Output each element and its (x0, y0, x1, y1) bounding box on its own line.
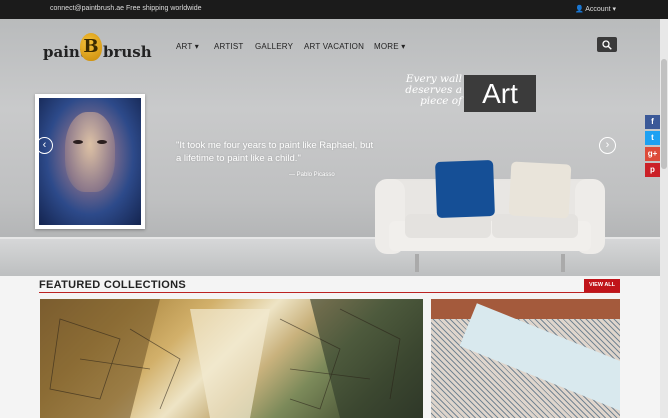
hero-tagline: Every wall deserves a piece of (405, 73, 462, 107)
google-plus-icon: g+ (647, 149, 658, 158)
nav-item-artist[interactable]: ARTIST (214, 42, 244, 51)
carousel-prev-button[interactable]: ‹ (36, 137, 53, 154)
account-menu[interactable]: 👤 Account ▾ (575, 5, 616, 13)
nav-item-gallery[interactable]: GALLERY (255, 42, 293, 51)
painting-canvas (39, 98, 141, 225)
featured-collections-heading: FEATURED COLLECTIONS (39, 279, 186, 291)
logo-text-brush: brush (103, 43, 152, 61)
account-label: Account ▾ (585, 6, 616, 13)
scrollbar-thumb[interactable] (661, 59, 667, 169)
twitter-icon: t (651, 133, 654, 142)
top-bar: connect@paintbrush.ae Free shipping worl… (0, 0, 668, 19)
sofa-illustration (375, 160, 605, 276)
site-logo[interactable]: paint B brush (43, 33, 152, 64)
blue-pillow (435, 160, 495, 218)
carousel-next-button[interactable]: › (599, 137, 616, 154)
twitter-share-button[interactable]: t (645, 131, 660, 145)
quote-author: — Pablo Picasso (289, 172, 335, 178)
collection-thumbnail-2[interactable] (431, 299, 620, 418)
pinterest-icon: p (650, 165, 655, 174)
white-pillow (508, 161, 572, 219)
painting-face (65, 112, 115, 192)
page-scrollbar[interactable] (660, 19, 668, 418)
quote-text: "It took me four years to paint like Rap… (176, 140, 374, 164)
abstract-cityscape-artwork (40, 299, 423, 418)
chevron-right-icon: › (605, 139, 610, 151)
painting-eye-left (73, 140, 83, 144)
logo-b-icon: B (80, 33, 102, 61)
section-divider (39, 292, 620, 293)
collection-thumbnail-1[interactable] (40, 299, 423, 418)
nav-item-art-vacation[interactable]: ART VACATION (304, 42, 364, 51)
contact-email[interactable]: connect@paintbrush.ae (50, 5, 124, 12)
featured-painting[interactable] (35, 94, 145, 229)
search-icon (602, 40, 612, 50)
view-all-button[interactable]: VIEW ALL (584, 279, 620, 292)
hero-quote: "It took me four years to paint like Rap… (176, 139, 376, 178)
shipping-notice: Free shipping worldwide (126, 5, 202, 12)
facebook-share-button[interactable]: f (645, 115, 660, 129)
google-plus-share-button[interactable]: g+ (645, 147, 660, 161)
pinterest-share-button[interactable]: p (645, 163, 660, 177)
hero-banner: paint B brush ART ▾ ARTIST GALLERY ART V… (0, 19, 660, 276)
chevron-left-icon: ‹ (42, 139, 47, 151)
nav-item-art[interactable]: ART ▾ (176, 42, 199, 51)
user-icon: 👤 (574, 6, 584, 13)
search-button[interactable] (597, 37, 617, 52)
nav-item-more[interactable]: MORE ▾ (374, 42, 405, 51)
art-word-box: Art (464, 75, 536, 112)
painting-eye-right (97, 140, 107, 144)
facebook-icon: f (651, 117, 654, 126)
